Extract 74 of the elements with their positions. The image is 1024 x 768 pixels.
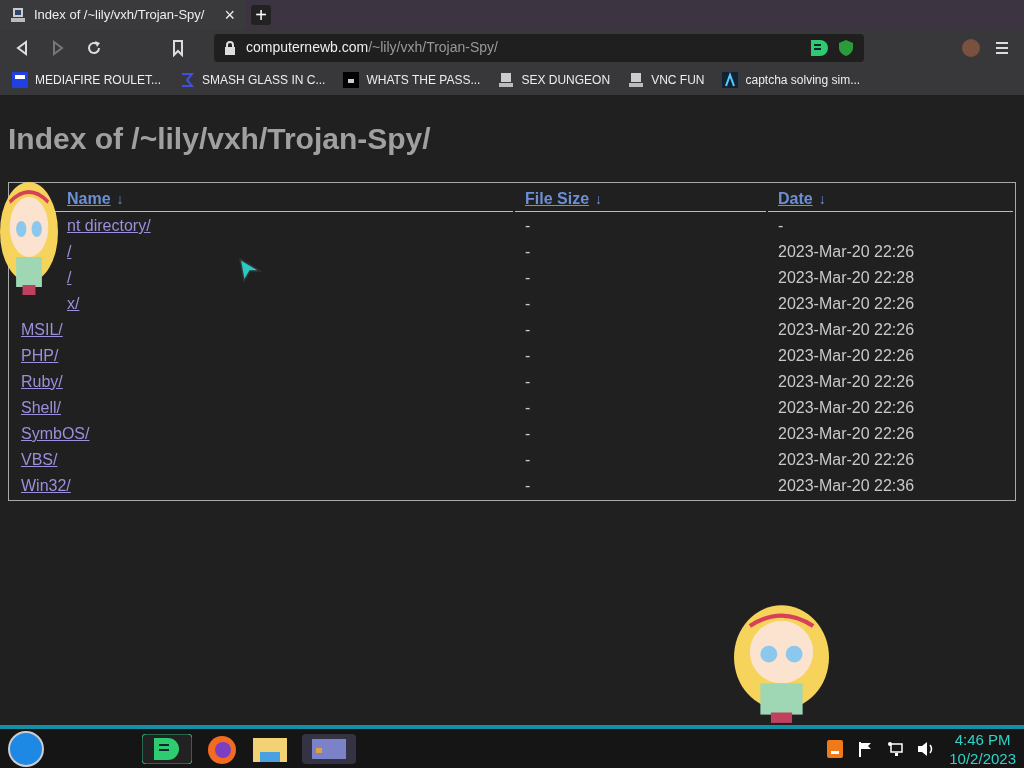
date-text: 2023-Mar-20 22:28 bbox=[778, 269, 915, 286]
date-text: - bbox=[778, 217, 784, 234]
column-header-link[interactable]: Name bbox=[67, 190, 111, 207]
new-tab-button[interactable]: + bbox=[251, 5, 271, 25]
url-path: /~lily/vxh/Trojan-Spy/ bbox=[368, 39, 498, 55]
directory-link[interactable]: PHP/ bbox=[21, 347, 59, 364]
file-size: - bbox=[525, 269, 531, 286]
computer-icon bbox=[628, 72, 645, 88]
file-size: - bbox=[525, 347, 531, 364]
computer-icon bbox=[498, 72, 515, 88]
date-text: 2023-Mar-20 22:36 bbox=[778, 477, 915, 494]
bookmark-link[interactable]: MEDIAFIRE ROULET... bbox=[12, 71, 162, 89]
file-size: - bbox=[525, 321, 531, 338]
network-monitor-icon[interactable] bbox=[887, 740, 904, 757]
java-cup-icon[interactable] bbox=[827, 739, 844, 758]
shield-icon[interactable] bbox=[838, 38, 854, 57]
file-size: - bbox=[525, 373, 531, 390]
file-size: - bbox=[525, 399, 531, 416]
directory-link[interactable]: SymbOS/ bbox=[21, 425, 90, 442]
directory-link[interactable]: Ruby/ bbox=[21, 373, 63, 390]
date-text: 2023-Mar-20 22:26 bbox=[778, 347, 915, 364]
file-size: - bbox=[525, 451, 531, 468]
bookmark-link[interactable]: SEX DUNGEON bbox=[498, 71, 611, 89]
date-text: 2023-Mar-20 22:26 bbox=[778, 243, 915, 260]
chat-bubble-icon[interactable] bbox=[810, 38, 828, 57]
browser-tab[interactable]: Index of /~lily/vxh/Trojan-Spy/ × bbox=[0, 0, 245, 30]
sort-arrow[interactable]: ↓ bbox=[818, 191, 826, 207]
file-size: - bbox=[525, 295, 531, 312]
chat-bubble-icon[interactable] bbox=[142, 733, 192, 764]
date-text: 2023-Mar-20 22:26 bbox=[778, 295, 915, 312]
date-text: 2023-Mar-20 22:26 bbox=[778, 425, 915, 442]
directory-link[interactable]: VBS/ bbox=[21, 451, 58, 468]
page-heading: Index of /~lily/vxh/Trojan-Spy/ bbox=[8, 121, 432, 157]
bookmark-link[interactable]: captcha solving sim... bbox=[722, 71, 861, 89]
file-size: - bbox=[525, 425, 531, 442]
column-header-link[interactable]: Date bbox=[778, 190, 813, 207]
start-orb-icon[interactable] bbox=[8, 730, 44, 767]
date-text: 2023-Mar-20 22:26 bbox=[778, 321, 915, 338]
window-card-icon[interactable] bbox=[302, 733, 356, 764]
date-text: 2023-Mar-20 22:26 bbox=[778, 399, 915, 416]
sort-arrow[interactable]: ↓ bbox=[116, 191, 124, 207]
directory-link[interactable]: / bbox=[67, 243, 72, 260]
directory-link[interactable]: x/ bbox=[67, 295, 80, 312]
address-bar[interactable]: computernewb.com/~lily/vxh/Trojan-Spy/ bbox=[214, 33, 864, 62]
dark-square-icon bbox=[343, 72, 360, 88]
clock-time: 4:46 PM bbox=[953, 729, 1012, 749]
date-text: 2023-Mar-20 22:26 bbox=[778, 451, 915, 468]
file-size: - bbox=[525, 477, 531, 494]
directory-link[interactable]: Win32/ bbox=[21, 477, 71, 494]
bookmark-link[interactable]: VNC FUN bbox=[628, 71, 705, 89]
directory-link[interactable]: / bbox=[67, 269, 72, 286]
cursor-icon bbox=[238, 257, 262, 283]
file-size: - bbox=[525, 217, 531, 234]
column-header-link[interactable]: File Size bbox=[525, 190, 590, 207]
close-tab-button[interactable]: × bbox=[224, 6, 235, 24]
sigma-icon bbox=[179, 72, 196, 88]
clock-date: 10/2/2023 bbox=[949, 748, 1016, 768]
clock[interactable]: 4:46 PM 10/2/2023 bbox=[949, 729, 1016, 768]
directory-link[interactable]: Shell/ bbox=[21, 399, 62, 416]
caret-logo-icon bbox=[722, 72, 739, 88]
bookmark-link[interactable]: WHATS THE PASS... bbox=[343, 71, 481, 89]
computer-icon bbox=[10, 7, 26, 23]
directory-link[interactable]: MSIL/ bbox=[21, 321, 63, 338]
sort-arrow[interactable]: ↓ bbox=[595, 191, 603, 207]
square-logo-icon bbox=[12, 72, 28, 88]
url-domain: computernewb.com bbox=[246, 39, 369, 55]
flag-icon[interactable] bbox=[857, 740, 874, 757]
lock-icon bbox=[224, 40, 236, 55]
directory-link[interactable]: nt directory/ bbox=[67, 217, 151, 234]
date-text: 2023-Mar-20 22:26 bbox=[778, 373, 915, 390]
file-size: - bbox=[525, 243, 531, 260]
bookmark-link[interactable]: SMASH GLASS IN C... bbox=[179, 71, 326, 89]
tab-title: Index of /~lily/vxh/Trojan-Spy/ bbox=[34, 6, 206, 25]
reload-icon[interactable] bbox=[85, 38, 103, 57]
